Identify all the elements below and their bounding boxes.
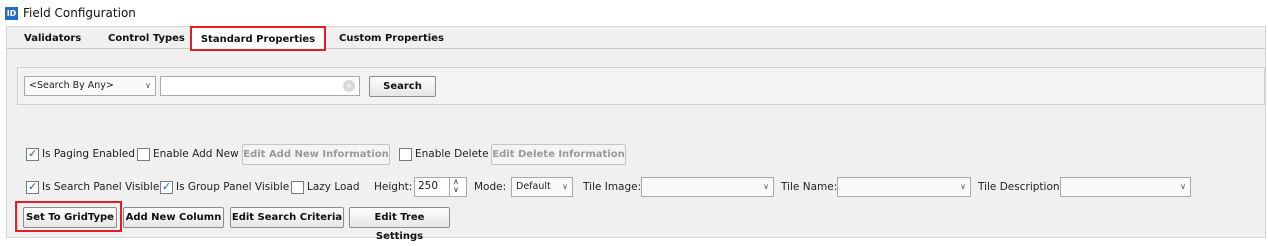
tile-image-label: Tile Image: (583, 181, 642, 193)
edit-delete-information-button[interactable]: Edit Delete Information (491, 144, 626, 165)
search-button[interactable]: Search (369, 76, 436, 97)
tile-name-dropdown[interactable]: ∨ (837, 177, 971, 197)
title-bar: ID Field Configuration (0, 0, 1268, 26)
enable-add-new-label: Enable Add New (153, 148, 239, 160)
tile-name-label: Tile Name: (781, 181, 838, 193)
window-title: Field Configuration (23, 6, 136, 20)
paging-enabled-label: Is Paging Enabled (42, 148, 135, 160)
group-panel-visible-label: Is Group Panel Visible (176, 181, 290, 193)
stepper-buttons[interactable]: ∧ ∨ (449, 177, 466, 196)
options-row-2: Is Search Panel Visible Is Group Panel V… (7, 176, 1265, 198)
chevron-down-icon: ∨ (1180, 182, 1186, 191)
mode-dropdown[interactable]: Default ∨ (511, 177, 573, 197)
search-panel-visible-label: Is Search Panel Visible (42, 181, 160, 193)
clear-icon[interactable]: × (343, 80, 355, 92)
action-buttons-row: Set To GridType Add New Column Edit Sear… (7, 205, 1265, 242)
highlight-box (15, 201, 122, 232)
height-label: Height: (374, 181, 413, 193)
search-panel-visible-checkbox[interactable] (26, 180, 39, 194)
search-panel: <Search By Any> ∨ × Search (17, 67, 1265, 105)
field-configuration-panel: Validators Control Types Standard Proper… (6, 26, 1266, 242)
search-filter-dropdown[interactable]: <Search By Any> ∨ (24, 76, 156, 96)
edit-add-new-information-button[interactable]: Edit Add New Information (242, 144, 390, 165)
edit-tree-settings-button[interactable]: Edit Tree Settings (349, 207, 450, 242)
mode-label: Mode: (474, 181, 507, 193)
chevron-down-icon: ∨ (562, 182, 568, 191)
chevron-down-icon: ∨ (960, 182, 966, 191)
group-panel-visible-checkbox[interactable] (160, 180, 173, 194)
tile-description-label: Tile Description: (978, 181, 1064, 193)
search-input[interactable]: × (160, 76, 360, 96)
tab-strip: Validators Control Types Standard Proper… (7, 26, 1265, 51)
lazy-load-checkbox[interactable] (291, 181, 304, 194)
edit-search-criteria-button[interactable]: Edit Search Criteria (230, 207, 344, 228)
tab-validators[interactable]: Validators (24, 27, 81, 49)
chevron-down-icon: ∨ (763, 182, 769, 191)
enable-delete-checkbox[interactable] (399, 148, 412, 161)
tab-standard-properties[interactable]: Standard Properties (190, 26, 326, 51)
tab-control-types[interactable]: Control Types (108, 27, 185, 49)
height-stepper[interactable]: 250 ∧ ∨ (414, 177, 467, 197)
app-logo-icon: ID (5, 7, 18, 20)
tab-custom-properties[interactable]: Custom Properties (339, 27, 444, 49)
lazy-load-label: Lazy Load (307, 181, 360, 193)
enable-add-new-checkbox[interactable] (137, 148, 150, 161)
tile-image-dropdown[interactable]: ∨ (641, 177, 774, 197)
options-row-1: Is Paging Enabled Enable Add New Edit Ad… (7, 143, 1265, 165)
search-filter-value: <Search By Any> (29, 80, 114, 91)
chevron-down-icon[interactable]: ∨ (453, 185, 459, 194)
mode-value: Default (516, 181, 551, 192)
height-value: 250 (418, 180, 439, 192)
paging-enabled-checkbox[interactable] (26, 147, 39, 161)
tile-description-dropdown[interactable]: ∨ (1060, 177, 1191, 197)
add-new-column-button[interactable]: Add New Column (123, 207, 224, 228)
enable-delete-label: Enable Delete (415, 148, 489, 160)
chevron-down-icon: ∨ (145, 81, 151, 90)
